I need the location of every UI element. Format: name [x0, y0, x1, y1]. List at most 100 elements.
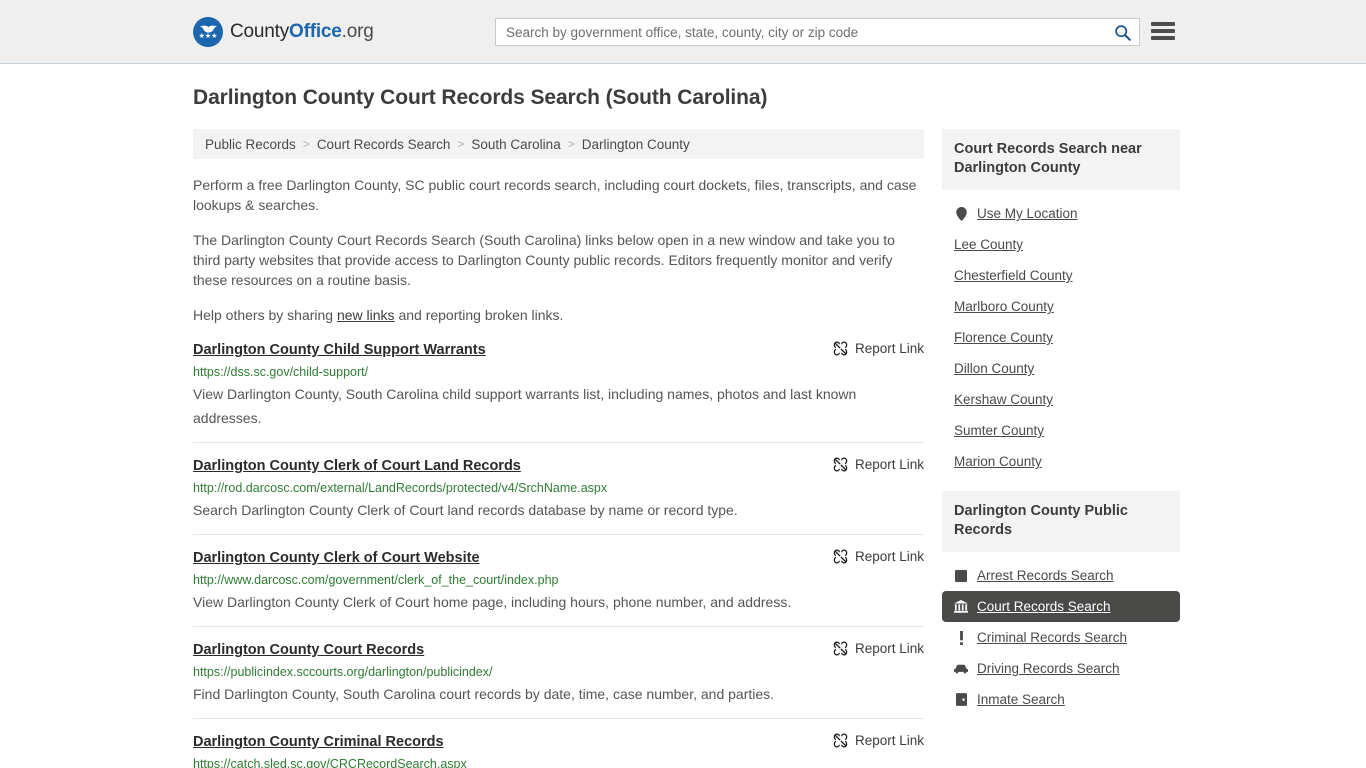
report-link-button[interactable]: Report Link [833, 548, 924, 564]
breadcrumb-item[interactable]: Darlington County [582, 137, 690, 152]
intro-p3-before: Help others by sharing [193, 307, 337, 323]
breadcrumb-separator: > [457, 137, 465, 151]
nearby-item-label[interactable]: Florence County [954, 330, 1053, 345]
report-link-button[interactable]: Report Link [833, 456, 924, 472]
report-link-button[interactable]: Report Link [833, 340, 924, 356]
broken-link-icon [833, 549, 848, 564]
result-item: Darlington County Court Records Report Li… [193, 640, 924, 719]
report-link-button[interactable]: Report Link [833, 640, 924, 656]
courthouse-icon [954, 600, 968, 613]
public-records-item-label[interactable]: Court Records Search [977, 599, 1111, 614]
nearby-panel-list: Use My Location Lee County Chesterfield Co… [942, 190, 1180, 477]
result-url: http://www.darcosc.com/government/clerk_… [193, 573, 559, 587]
site-logo[interactable]: ★★★ CountyOffice.org [193, 16, 374, 47]
broken-link-icon [833, 733, 848, 748]
nearby-item-label[interactable]: Use My Location [977, 206, 1078, 221]
public-records-panel-heading: Darlington County Public Records [942, 491, 1180, 552]
result-item: Darlington County Criminal Records Report… [193, 732, 924, 768]
public-records-item-label[interactable]: Inmate Search [977, 692, 1065, 707]
nearby-panel: Court Records Search near Darlington Cou… [942, 129, 1180, 477]
report-link-label: Report Link [854, 641, 924, 656]
broken-link-icon [833, 457, 848, 472]
result-header: Darlington County Court Records Report Li… [193, 640, 924, 660]
result-url: https://dss.sc.gov/child-support/ [193, 365, 369, 379]
nearby-item-label[interactable]: Marion County [954, 454, 1042, 469]
result-title-link[interactable]: Darlington County Criminal Records [193, 732, 444, 752]
result-title-link[interactable]: Darlington County Clerk of Court Website [193, 548, 480, 568]
breadcrumb-item[interactable]: Public Records [205, 137, 296, 152]
public-records-item-label[interactable]: Driving Records Search [977, 661, 1120, 676]
site-header: ★★★ CountyOffice.org [0, 0, 1366, 64]
breadcrumb-separator: > [567, 137, 575, 151]
nearby-item[interactable]: Dillon County [942, 353, 1180, 384]
breadcrumb-item[interactable]: South Carolina [471, 137, 560, 152]
public-records-item[interactable]: Inmate Search [942, 684, 1180, 715]
public-records-item[interactable]: Driving Records Search [942, 653, 1180, 684]
car-icon [954, 664, 968, 674]
nearby-item-label[interactable]: Lee County [954, 237, 1023, 252]
search-bar[interactable] [495, 18, 1140, 46]
fingerprint-square-icon [954, 569, 968, 582]
public-records-item-label[interactable]: Criminal Records Search [977, 630, 1127, 645]
public-records-item[interactable]: Arrest Records Search [942, 560, 1180, 591]
result-url: https://catch.sled.sc.gov/CRCRecordSearc… [193, 757, 467, 768]
nearby-item-label[interactable]: Kershaw County [954, 392, 1053, 407]
nearby-panel-heading: Court Records Search near Darlington Cou… [942, 129, 1180, 190]
hamburger-menu-icon[interactable] [1151, 20, 1175, 42]
result-title-link[interactable]: Darlington County Court Records [193, 640, 424, 660]
breadcrumb: Public Records > Court Records Search > Sout… [193, 129, 924, 159]
page-body: Darlington County Court Records Search (… [0, 64, 1366, 768]
result-description: Find Darlington County, South Carolina c… [193, 686, 775, 702]
nearby-item[interactable]: Use My Location [942, 198, 1180, 229]
logo-text-part3: .org [341, 20, 374, 42]
eagle-badge-icon: ★★★ [193, 16, 223, 47]
sidebar: Court Records Search near Darlington Cou… [942, 129, 1180, 768]
public-records-item-label[interactable]: Arrest Records Search [977, 568, 1114, 583]
nearby-item[interactable]: Marion County [942, 446, 1180, 477]
report-link-label: Report Link [854, 457, 924, 472]
result-item: Darlington County Clerk of Court Land Re… [193, 456, 924, 535]
nearby-item-label[interactable]: Dillon County [954, 361, 1034, 376]
intro-p3-after: and reporting broken links. [394, 307, 564, 323]
intro-paragraph-2: The Darlington County Court Records Sear… [193, 232, 895, 288]
logo-text: CountyOffice.org [230, 21, 374, 43]
result-description: View Darlington County, South Carolina c… [193, 386, 857, 426]
result-item: Darlington County Child Support Warrants… [193, 340, 924, 443]
search-icon[interactable] [1105, 19, 1139, 45]
breadcrumb-item[interactable]: Court Records Search [317, 137, 451, 152]
search-input[interactable] [496, 24, 1105, 40]
result-header: Darlington County Criminal Records Report… [193, 732, 924, 752]
nearby-item[interactable]: Florence County [942, 322, 1180, 353]
map-pin-icon [954, 206, 968, 221]
logo-text-part2: Office [289, 20, 342, 42]
result-header: Darlington County Child Support Warrants… [193, 340, 924, 360]
main-column: Public Records > Court Records Search > Sout… [193, 129, 924, 768]
report-link-label: Report Link [854, 341, 924, 356]
public-records-list: Arrest Records Search Court Records Searc… [942, 552, 1180, 715]
result-description: Search Darlington County Clerk of Court … [193, 502, 738, 518]
content-columns: Public Records > Court Records Search > Sout… [193, 129, 1186, 768]
nearby-item[interactable]: Sumter County [942, 415, 1180, 446]
prison-door-icon [954, 693, 968, 706]
report-link-button[interactable]: Report Link [833, 732, 924, 748]
nearby-item-label[interactable]: Marlboro County [954, 299, 1054, 314]
nearby-item[interactable]: Marlboro County [942, 291, 1180, 322]
nearby-item-label[interactable]: Sumter County [954, 423, 1044, 438]
public-records-panel: Darlington County Public Records Arrest … [942, 491, 1180, 715]
new-links-link[interactable]: new links [337, 307, 395, 323]
nearby-item-label[interactable]: Chesterfield County [954, 268, 1073, 283]
intro-paragraph-3: Help others by sharing new links and rep… [193, 305, 924, 325]
logo-text-part1: County [230, 20, 290, 42]
result-item: Darlington County Clerk of Court Website… [193, 548, 924, 627]
broken-link-icon [833, 341, 848, 356]
nearby-item[interactable]: Lee County [942, 229, 1180, 260]
result-title-link[interactable]: Darlington County Clerk of Court Land Re… [193, 456, 521, 476]
nearby-item[interactable]: Chesterfield County [942, 260, 1180, 291]
stars-icon: ★★★ [198, 32, 218, 40]
page-title: Darlington County Court Records Search (… [193, 86, 768, 109]
nearby-item[interactable]: Kershaw County [942, 384, 1180, 415]
public-records-item[interactable]: Criminal Records Search [942, 622, 1180, 653]
public-records-item[interactable]: Court Records Search [942, 591, 1180, 622]
result-title-link[interactable]: Darlington County Child Support Warrants [193, 340, 486, 360]
intro-text: Perform a free Darlington County, SC pub… [193, 175, 924, 325]
